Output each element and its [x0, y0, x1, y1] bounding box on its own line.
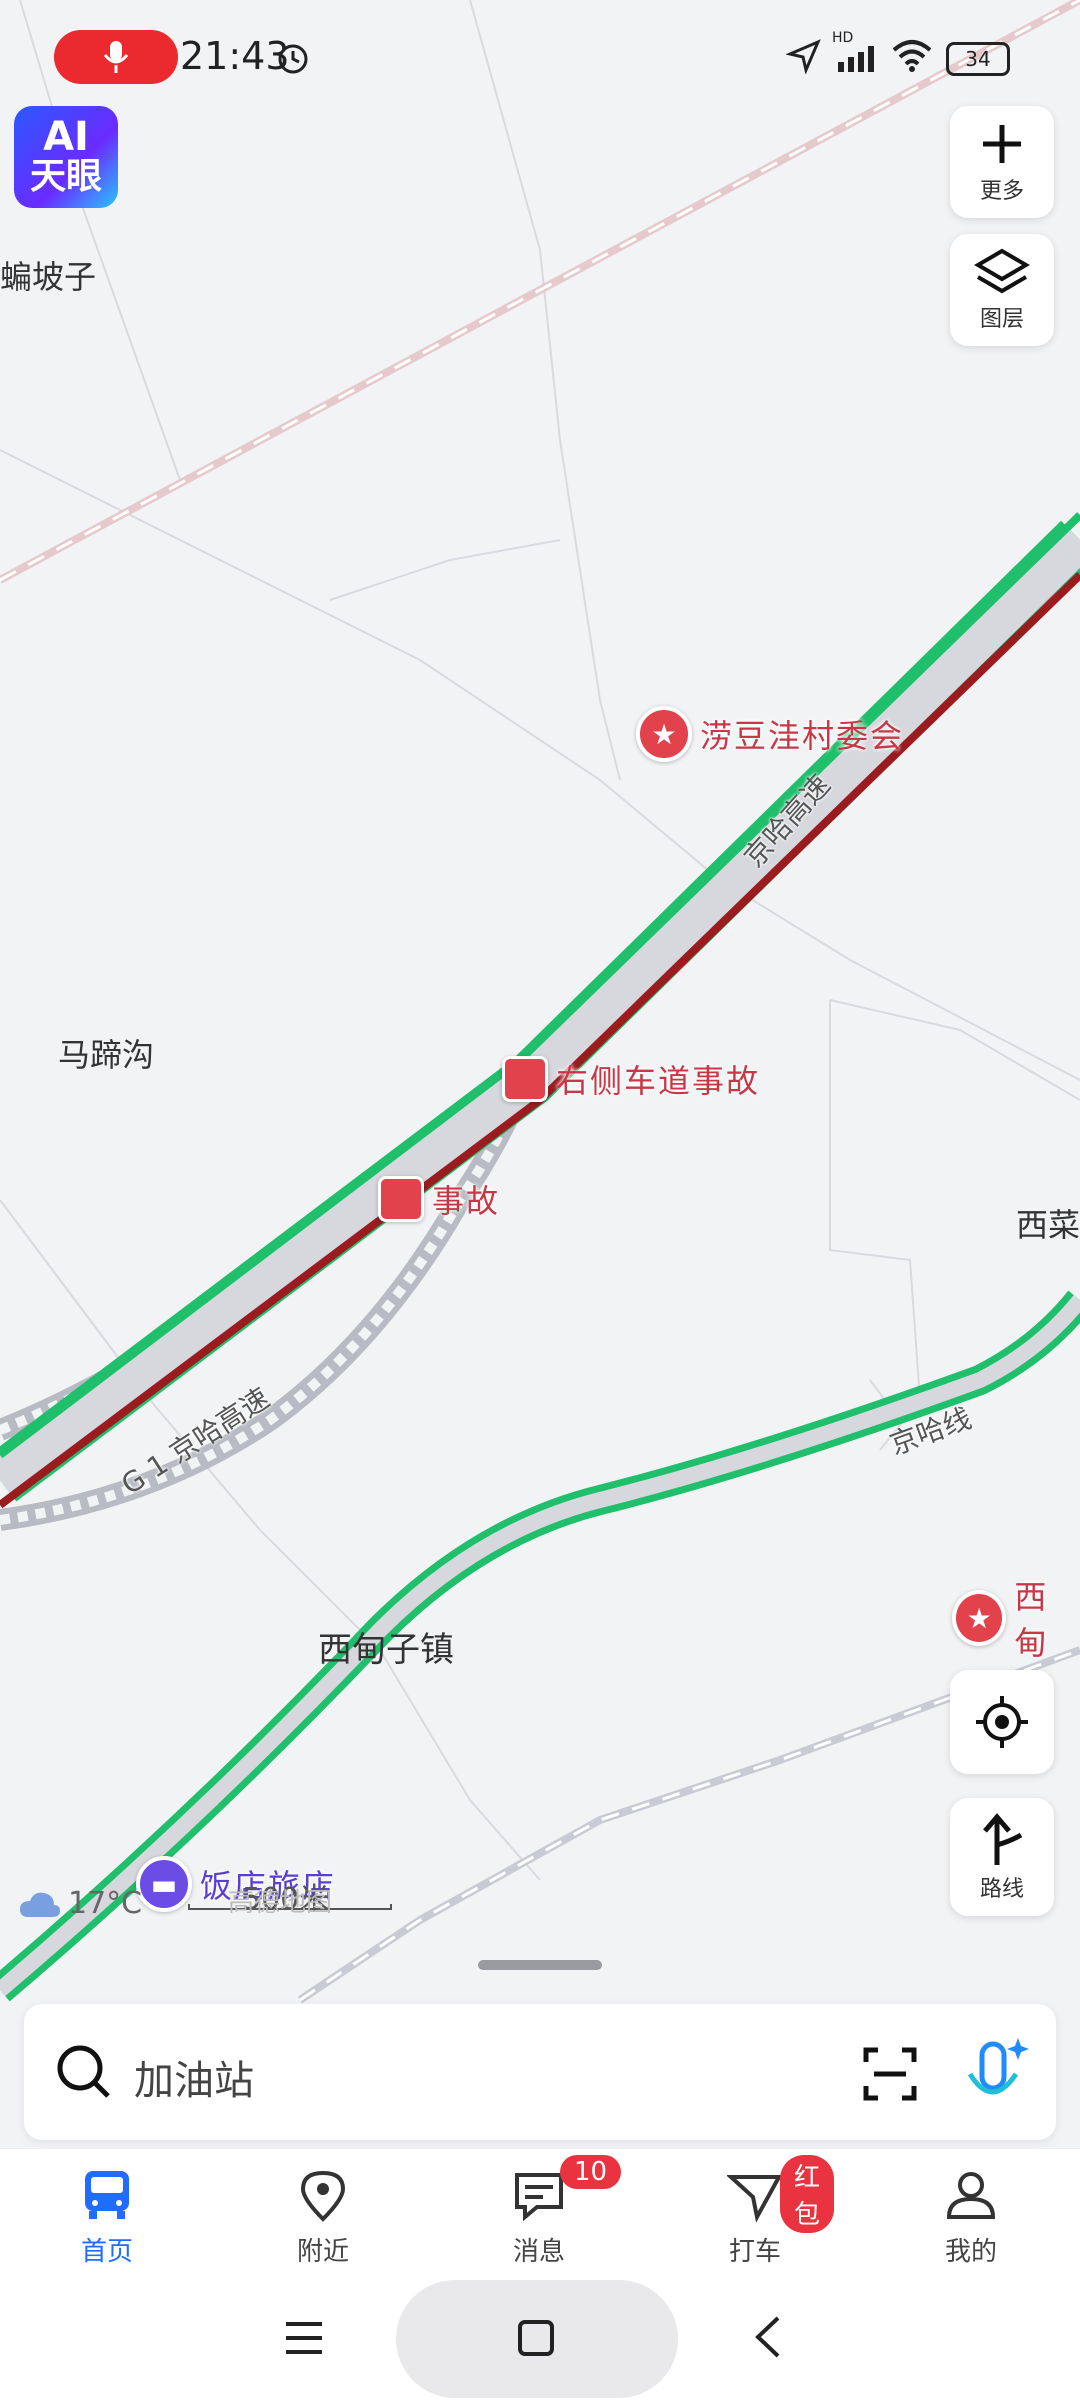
tab-taxi[interactable]: 打车 红包 — [690, 2155, 835, 2268]
place-label: 马蹄沟 — [58, 1036, 155, 1074]
unread-badge: 10 — [560, 2155, 622, 2189]
scan-icon[interactable] — [862, 2046, 918, 2102]
route-button[interactable]: 路线 — [950, 1798, 1054, 1916]
menu-icon[interactable] — [284, 2318, 324, 2358]
battery-indicator: 34 — [946, 42, 1010, 76]
signal-icon — [838, 46, 874, 72]
location-arrow-icon — [786, 39, 821, 74]
bottom-tab-bar: 首页 附近 消息 10 打车 红包 我的 — [0, 2148, 1080, 2275]
layers-button[interactable]: 图层 — [950, 234, 1054, 346]
cloud-icon — [20, 1892, 60, 1917]
star-icon: ★ — [952, 1590, 1007, 1646]
taxi-icon — [727, 2175, 783, 2223]
system-navigation-bar — [0, 2274, 1080, 2400]
square-icon — [518, 2320, 554, 2356]
more-button[interactable]: 更多 — [950, 106, 1054, 218]
wifi-icon — [892, 40, 932, 72]
bus-icon — [85, 2171, 129, 2219]
plus-icon — [983, 125, 1021, 163]
poi-xidian[interactable]: ★ 西甸 — [952, 1572, 1080, 1664]
place-label: 西甸子镇 — [318, 1630, 454, 1670]
star-icon: ★ — [636, 706, 692, 762]
tab-messages[interactable]: 消息 10 — [474, 2155, 622, 2268]
status-bar: 21:43 HD 34 — [0, 0, 1080, 110]
message-icon — [515, 2173, 563, 2222]
message-icon — [378, 1176, 424, 1222]
incident-marker[interactable]: 右侧车道事故 — [502, 1056, 760, 1102]
voice-recording-indicator[interactable] — [54, 30, 178, 84]
layers-icon — [974, 248, 1030, 294]
drawer-handle[interactable] — [478, 1960, 602, 1970]
tab-profile[interactable]: 我的 — [906, 2167, 1036, 2268]
microphone-icon — [103, 41, 129, 73]
search-input[interactable]: 加油站 — [134, 2048, 254, 2106]
alarm-icon — [278, 44, 308, 74]
message-icon — [502, 1056, 548, 1102]
place-label: 蝙坡子 — [0, 258, 97, 296]
crosshair-icon — [976, 1696, 1028, 1748]
back-icon[interactable] — [750, 2314, 786, 2360]
weather-widget[interactable]: 17°C — [18, 1886, 142, 1921]
user-icon — [946, 2172, 996, 2219]
poi-village-committee[interactable]: ★ 涝豆洼村委会 — [636, 706, 904, 762]
home-button[interactable] — [396, 2280, 678, 2398]
voice-search-icon[interactable] — [964, 2034, 1034, 2110]
locate-button[interactable] — [950, 1670, 1054, 1774]
red-packet-badge: 红包 — [780, 2155, 835, 2233]
place-label: 西菜 — [1016, 1206, 1080, 1244]
search-bar[interactable]: 加油站 — [24, 2004, 1056, 2140]
route-arrow-icon — [983, 1813, 1023, 1865]
incident-marker[interactable]: 事故 — [378, 1176, 500, 1222]
ai-tianyan-logo[interactable]: AI 天眼 — [14, 106, 118, 208]
bed-icon: ▬ — [136, 1856, 192, 1912]
tab-nearby[interactable]: 附近 — [258, 2167, 388, 2268]
search-icon — [57, 2045, 110, 2098]
location-pin-icon — [300, 2170, 346, 2222]
tab-home[interactable]: 首页 — [42, 2167, 172, 2268]
map-attribution: 高德地图 — [228, 1888, 333, 1918]
